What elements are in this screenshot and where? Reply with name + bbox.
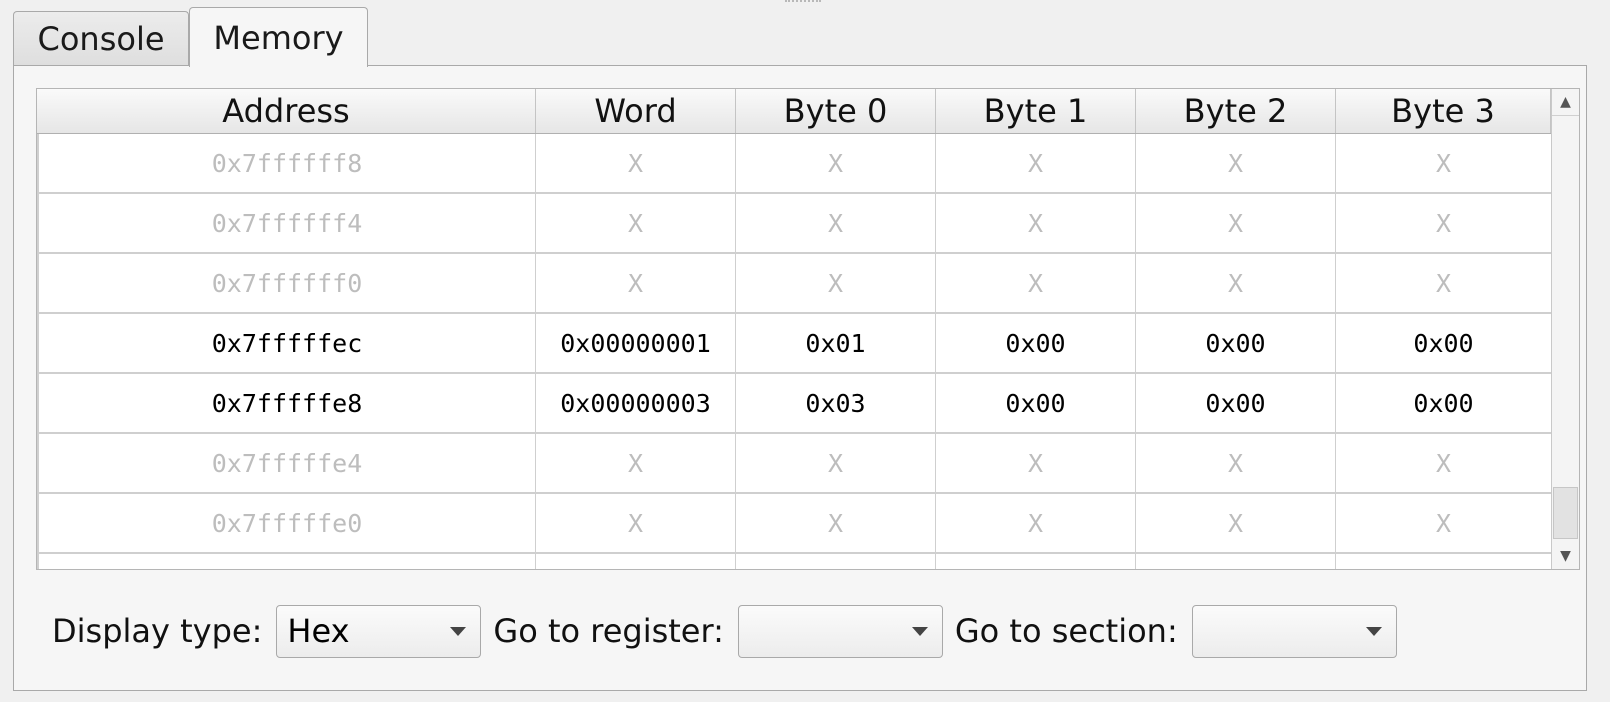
cell-byte1: 0x00	[936, 374, 1136, 432]
cell-byte1: 0x00	[936, 314, 1136, 372]
cell-byte2: X	[1136, 254, 1336, 312]
chevron-down-icon	[911, 626, 928, 636]
go-to-section-label: Go to section:	[954, 612, 1178, 650]
scrollbar-thumb[interactable]	[1553, 487, 1578, 539]
cell-byte3: 0x00	[1413, 388, 1474, 418]
column-header-byte2[interactable]: Byte 2	[1136, 89, 1336, 133]
cell-byte0: X	[736, 494, 936, 552]
memory-panel: Address Word Byte 0 Byte 1 Byte 2 Byte 3…	[13, 65, 1587, 691]
chevron-down-icon	[450, 626, 467, 636]
cell-byte1: X	[936, 134, 1136, 192]
cell-word: X	[536, 434, 736, 492]
tab-memory[interactable]: Memory	[189, 7, 368, 67]
triangle-down-icon: ▼	[1560, 548, 1571, 564]
cell-address: 0x7fffffe8	[37, 374, 536, 432]
cell-word: X	[536, 494, 736, 552]
cell-address: 0x7fffffe4	[37, 434, 536, 492]
memory-controls: Display type: Hex Go to register: Go to …	[52, 604, 1409, 658]
cell-word: X	[536, 254, 736, 312]
cell-byte2: X	[1136, 494, 1336, 552]
cell-byte1	[936, 554, 1136, 569]
table-row[interactable]: 0x7ffffff4 X X X X X	[37, 194, 1551, 254]
display-type-label: Display type:	[52, 612, 263, 650]
cell-byte3: X	[1435, 268, 1452, 298]
memory-table: Address Word Byte 0 Byte 1 Byte 2 Byte 3…	[36, 88, 1580, 570]
table-row[interactable]: 0x7ffffff0 X X X X X	[37, 254, 1551, 314]
splitter-grip[interactable]	[785, 0, 821, 6]
table-row[interactable]: 0x7fffffe8 0x00000003 0x03 0x00 0x00 0x0…	[37, 374, 1551, 434]
column-header-byte3[interactable]: Byte 3	[1336, 89, 1551, 133]
cell-byte2: X	[1136, 134, 1336, 192]
cell-byte0: 0x01	[736, 314, 936, 372]
tab-memory-label: Memory	[213, 18, 344, 57]
cell-byte0: 0x03	[736, 374, 936, 432]
cell-address	[37, 554, 536, 569]
table-row[interactable]: 0x7ffffff8 X X X X X	[37, 134, 1551, 194]
cell-word: 0x00000003	[536, 374, 736, 432]
cell-byte3: X	[1435, 508, 1452, 538]
cell-word: 0x00000001	[536, 314, 736, 372]
cell-address: 0x7fffffec	[37, 314, 536, 372]
cell-byte2: X	[1136, 434, 1336, 492]
scroll-down-button[interactable]: ▼	[1552, 543, 1579, 569]
table-row[interactable]: 0x7fffffe0 X X X X X	[37, 494, 1551, 554]
cell-word	[536, 554, 736, 569]
cell-byte0: X	[736, 194, 936, 252]
cell-address: 0x7ffffff8	[37, 134, 536, 192]
cell-byte0: X	[736, 134, 936, 192]
table-header: Address Word Byte 0 Byte 1 Byte 2 Byte 3	[37, 89, 1551, 134]
go-to-register-select[interactable]	[737, 604, 943, 658]
cell-address: 0x7fffffe0	[37, 494, 536, 552]
table-body: 0x7ffffff8 X X X X X 0x7ffffff4 X X X X …	[37, 134, 1551, 569]
cell-byte0: X	[736, 254, 936, 312]
cell-byte1: X	[936, 494, 1136, 552]
table-row[interactable]: 0x7fffffe4 X X X X X	[37, 434, 1551, 494]
cell-byte2: 0x00	[1136, 374, 1336, 432]
cell-address: 0x7ffffff0	[37, 254, 536, 312]
go-to-register-label: Go to register:	[493, 612, 724, 650]
cell-byte2: 0x00	[1136, 314, 1336, 372]
vertical-scrollbar[interactable]: ▲ ▼	[1551, 89, 1579, 569]
cell-byte1: X	[936, 194, 1136, 252]
cell-byte0: X	[736, 434, 936, 492]
cell-byte3	[1336, 554, 1551, 569]
triangle-up-icon: ▲	[1560, 94, 1571, 110]
cell-byte3: 0x00	[1413, 328, 1474, 358]
cell-byte1: X	[936, 254, 1136, 312]
cell-byte1: X	[936, 434, 1136, 492]
table-row[interactable]: 0x7fffffec 0x00000001 0x01 0x00 0x00 0x0…	[37, 314, 1551, 374]
tab-console[interactable]: Console	[13, 11, 189, 66]
scroll-up-button[interactable]: ▲	[1552, 89, 1579, 116]
cell-byte2	[1136, 554, 1336, 569]
display-type-select[interactable]: Hex	[276, 604, 482, 658]
column-header-word[interactable]: Word	[536, 89, 736, 133]
cell-byte2: X	[1136, 194, 1336, 252]
cell-word: X	[536, 134, 736, 192]
chevron-down-icon	[1365, 626, 1382, 636]
column-header-byte0[interactable]: Byte 0	[736, 89, 936, 133]
cell-byte3: X	[1435, 448, 1452, 478]
cell-byte0	[736, 554, 936, 569]
cell-byte3: X	[1435, 208, 1452, 238]
go-to-section-select[interactable]	[1191, 604, 1397, 658]
cell-word: X	[536, 194, 736, 252]
table-row[interactable]	[37, 554, 1551, 569]
cell-address: 0x7ffffff4	[37, 194, 536, 252]
column-header-byte1[interactable]: Byte 1	[936, 89, 1136, 133]
column-header-address[interactable]: Address	[37, 89, 536, 133]
tab-console-label: Console	[37, 20, 165, 58]
display-type-value: Hex	[287, 612, 350, 650]
cell-byte3: X	[1435, 148, 1452, 178]
